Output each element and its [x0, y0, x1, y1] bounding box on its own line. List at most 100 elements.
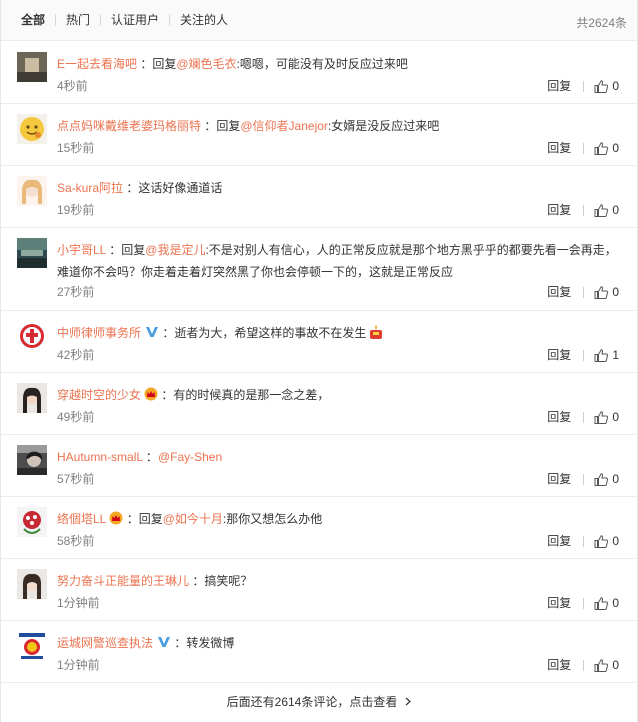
comment-body: :女婿是没反应过来吧: [327, 119, 440, 133]
like-count: 0: [612, 410, 619, 424]
comment-time: 42秒前: [57, 348, 95, 362]
avatar[interactable]: [17, 445, 47, 475]
comment-time: 57秒前: [57, 472, 95, 486]
username-link[interactable]: 运城网警巡查执法: [57, 636, 153, 650]
comment-actions: 回复 0: [547, 596, 619, 610]
comment-time: 49秒前: [57, 410, 95, 424]
reply-prefix: 回复: [216, 119, 241, 133]
username-link[interactable]: E一起去看海吧: [57, 57, 137, 71]
tab-following[interactable]: 关注的人: [170, 13, 238, 27]
like-button[interactable]: 0: [594, 285, 619, 299]
comment-time: 1分钟前: [57, 596, 100, 610]
like-button[interactable]: 0: [594, 596, 619, 610]
comment-item: 小宇哥LL ：回复@我是定儿:不是对别人有信心，人的正常反应就是那个地方黑乎乎的…: [1, 228, 637, 311]
username-link[interactable]: 点点妈咪戴维老婆玛格丽特: [57, 119, 201, 133]
comment-item: 络個塔LL ：回复@如今十月:那你又想怎么办他 58秒前 回复 0: [1, 497, 637, 559]
avatar[interactable]: [17, 114, 47, 144]
like-count: 0: [612, 534, 619, 548]
comment-item: Sa-kura阿拉 ：这话好像通道话 19秒前 回复 0: [1, 166, 637, 228]
comment-text: 点点妈咪戴维老婆玛格丽特 ：回复@信仰者Janejor:女婿是没反应过来吧: [57, 119, 440, 133]
reply-button[interactable]: 回复: [547, 534, 571, 548]
username-link[interactable]: 中师律师事务所: [57, 326, 141, 340]
avatar[interactable]: [17, 52, 47, 82]
comment-actions: 回复 1: [547, 348, 619, 362]
mention-link[interactable]: @信仰者Janejor: [240, 119, 328, 133]
like-button[interactable]: 0: [594, 534, 619, 548]
like-button[interactable]: 0: [594, 410, 619, 424]
comment-actions: 回复 0: [547, 472, 619, 486]
comment-body: 逝者为大，希望这样的事故不在发生: [174, 326, 367, 340]
username-link[interactable]: 穿越时空的少女: [57, 388, 141, 402]
comment-time: 27秒前: [57, 285, 95, 299]
comment-body: :那你又想怎么办他: [222, 512, 323, 526]
reply-button[interactable]: 回复: [547, 79, 571, 93]
like-count: 0: [612, 596, 619, 610]
comment-panel: 全部 热门 认证用户 关注的人 共2624条 E一起去看海吧 ：回复@斓色毛衣:…: [0, 0, 638, 722]
tab-verified-users[interactable]: 认证用户: [101, 13, 169, 27]
like-count: 0: [612, 141, 619, 155]
comment-actions: 回复 0: [547, 658, 619, 672]
comment-time: 58秒前: [57, 534, 95, 548]
username-link[interactable]: Sa-kura阿拉: [57, 181, 123, 195]
reply-button[interactable]: 回复: [547, 285, 571, 299]
avatar[interactable]: [17, 383, 47, 413]
comment-body: :嗯嗯，可能没有及时反应过来吧: [236, 57, 408, 71]
comment-time: 15秒前: [57, 141, 95, 155]
like-count: 0: [612, 472, 619, 486]
like-button[interactable]: 0: [594, 658, 619, 672]
reply-button[interactable]: 回复: [547, 348, 571, 362]
mention-link[interactable]: @斓色毛衣: [176, 57, 236, 71]
comment-text: 小宇哥LL ：回复@我是定儿:不是对别人有信心，人的正常反应就是那个地方黑乎乎的…: [57, 243, 617, 279]
like-count: 0: [612, 79, 619, 93]
avatar[interactable]: [17, 321, 47, 351]
like-count: 0: [612, 658, 619, 672]
avatar[interactable]: [17, 176, 47, 206]
mention-link[interactable]: @Fay-Shen: [158, 450, 222, 464]
avatar[interactable]: [17, 507, 47, 537]
username-link[interactable]: 络個塔LL: [57, 512, 106, 526]
comment-item: 中师律师事务所 ：逝者为大，希望这样的事故不在发生 42秒前 回复 1: [1, 311, 637, 373]
username-link[interactable]: 小宇哥LL: [57, 243, 106, 257]
reply-prefix: 回复: [138, 512, 163, 526]
thumbs-up-icon: [594, 79, 609, 93]
action-divider: [583, 597, 585, 609]
like-button[interactable]: 1: [594, 348, 619, 362]
like-button[interactable]: 0: [594, 79, 619, 93]
action-divider: [583, 473, 585, 485]
comment-body: 搞笑呢？: [204, 574, 253, 588]
avatar[interactable]: [17, 631, 47, 661]
comment-text: 努力奋斗正能量的王琳儿 ：搞笑呢？: [57, 574, 253, 588]
load-more-comments-button[interactable]: 后面还有2614条评论，点击查看: [1, 682, 637, 720]
comment-text: E一起去看海吧 ：回复@斓色毛衣:嗯嗯，可能没有及时反应过来吧: [57, 57, 408, 71]
like-button[interactable]: 0: [594, 203, 619, 217]
reply-button[interactable]: 回复: [547, 658, 571, 672]
verified-icon: [146, 327, 159, 337]
reply-button[interactable]: 回复: [547, 203, 571, 217]
mention-link[interactable]: @我是定儿: [145, 243, 205, 257]
thumbs-up-icon: [594, 141, 609, 155]
username-link[interactable]: HAutumn-smalL: [57, 450, 143, 464]
comment-item: E一起去看海吧 ：回复@斓色毛衣:嗯嗯，可能没有及时反应过来吧 4秒前 回复 0: [1, 42, 637, 104]
thumbs-up-icon: [594, 658, 609, 672]
reply-button[interactable]: 回复: [547, 410, 571, 424]
tab-all[interactable]: 全部: [21, 13, 55, 27]
chevron-right-icon: [405, 697, 412, 705]
reply-button[interactable]: 回复: [547, 141, 571, 155]
reply-button[interactable]: 回复: [547, 472, 571, 486]
thumbs-up-icon: [594, 534, 609, 548]
mention-link[interactable]: @如今十月: [163, 512, 223, 526]
thumbs-up-icon: [594, 410, 609, 424]
tab-hot[interactable]: 热门: [56, 13, 100, 27]
action-divider: [583, 80, 585, 92]
comment-text: 中师律师事务所 ：逝者为大，希望这样的事故不在发生: [57, 322, 623, 344]
comment-actions: 回复 0: [547, 285, 619, 299]
thumbs-up-icon: [594, 203, 609, 217]
avatar[interactable]: [17, 238, 47, 268]
reply-button[interactable]: 回复: [547, 596, 571, 610]
thumbs-up-icon: [594, 596, 609, 610]
comment-actions: 回复 0: [547, 141, 619, 155]
like-button[interactable]: 0: [594, 141, 619, 155]
like-button[interactable]: 0: [594, 472, 619, 486]
username-link[interactable]: 努力奋斗正能量的王琳儿: [57, 574, 189, 588]
avatar[interactable]: [17, 569, 47, 599]
